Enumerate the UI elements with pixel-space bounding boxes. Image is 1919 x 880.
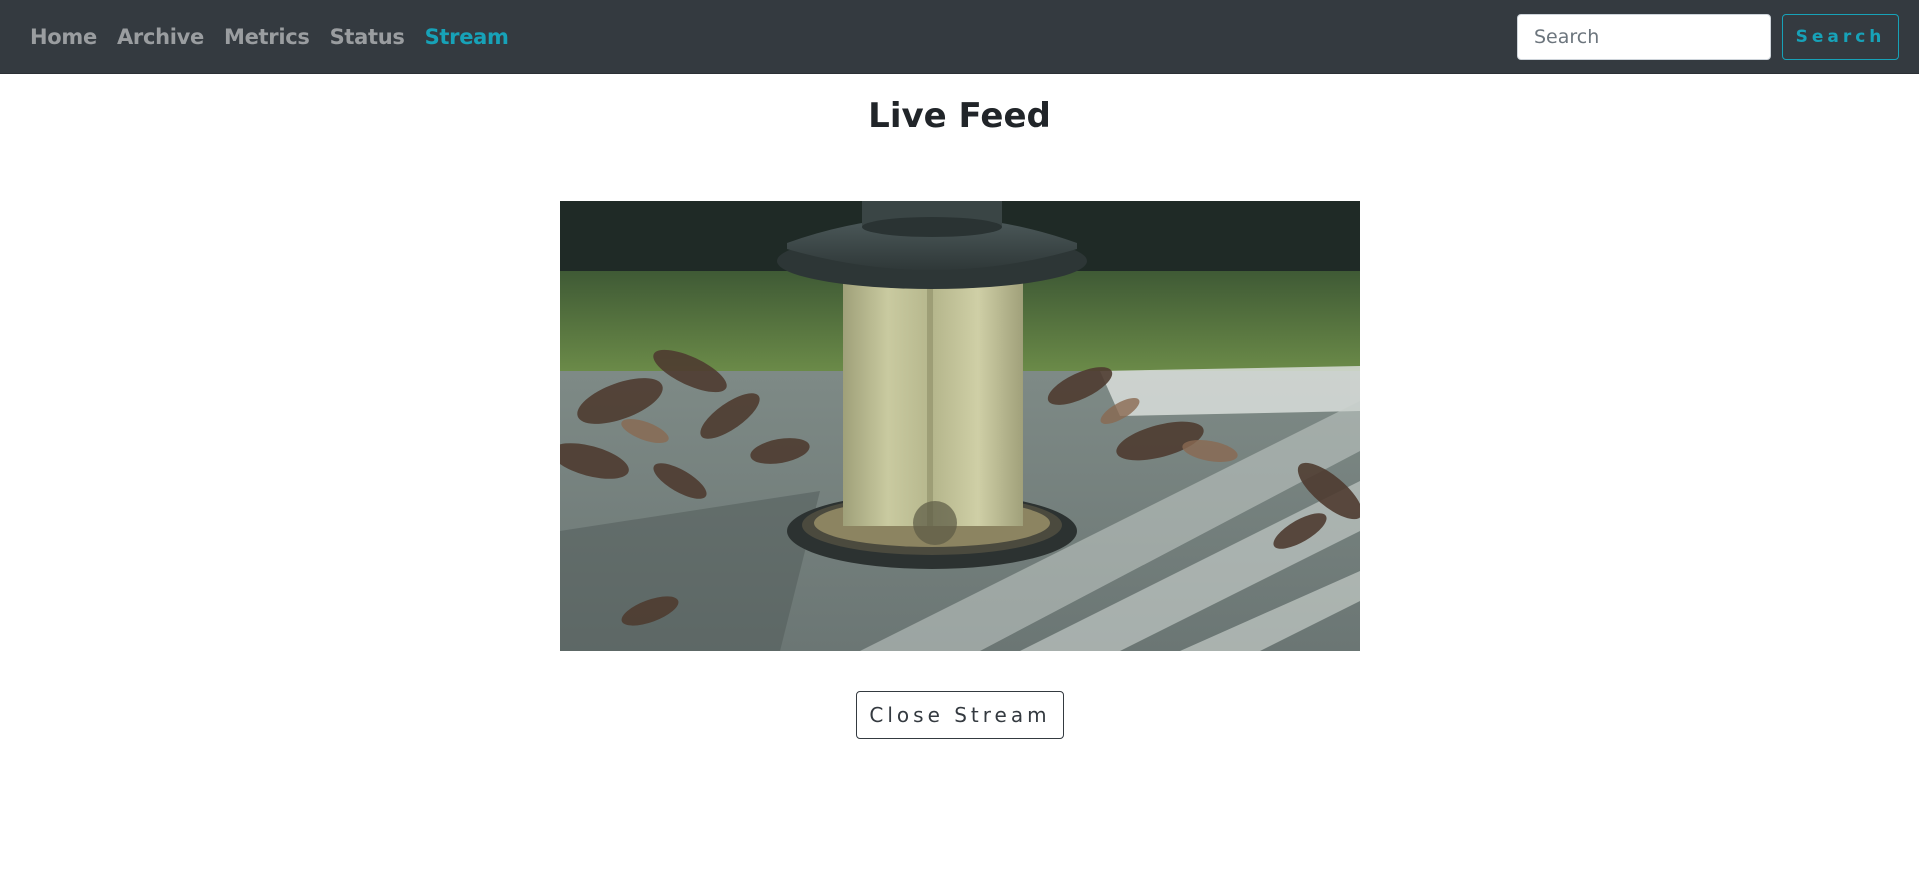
nav-link-status[interactable]: Status (330, 25, 405, 49)
nav-link-home[interactable]: Home (30, 25, 97, 49)
top-navbar: Home Archive Metrics Status Stream Searc… (0, 0, 1919, 74)
bird-feeder-camera-image (560, 201, 1360, 651)
nav-links: Home Archive Metrics Status Stream (30, 0, 529, 74)
nav-link-stream[interactable]: Stream (425, 25, 509, 49)
search-button[interactable]: Search (1782, 14, 1899, 60)
search-form: Search (1517, 14, 1899, 60)
close-stream-button[interactable]: Close Stream (856, 691, 1064, 739)
nav-link-metrics[interactable]: Metrics (224, 25, 310, 49)
nav-link-archive[interactable]: Archive (117, 25, 204, 49)
page-title: Live Feed (868, 96, 1051, 136)
live-stream-video (560, 201, 1360, 651)
search-input[interactable] (1517, 14, 1771, 60)
